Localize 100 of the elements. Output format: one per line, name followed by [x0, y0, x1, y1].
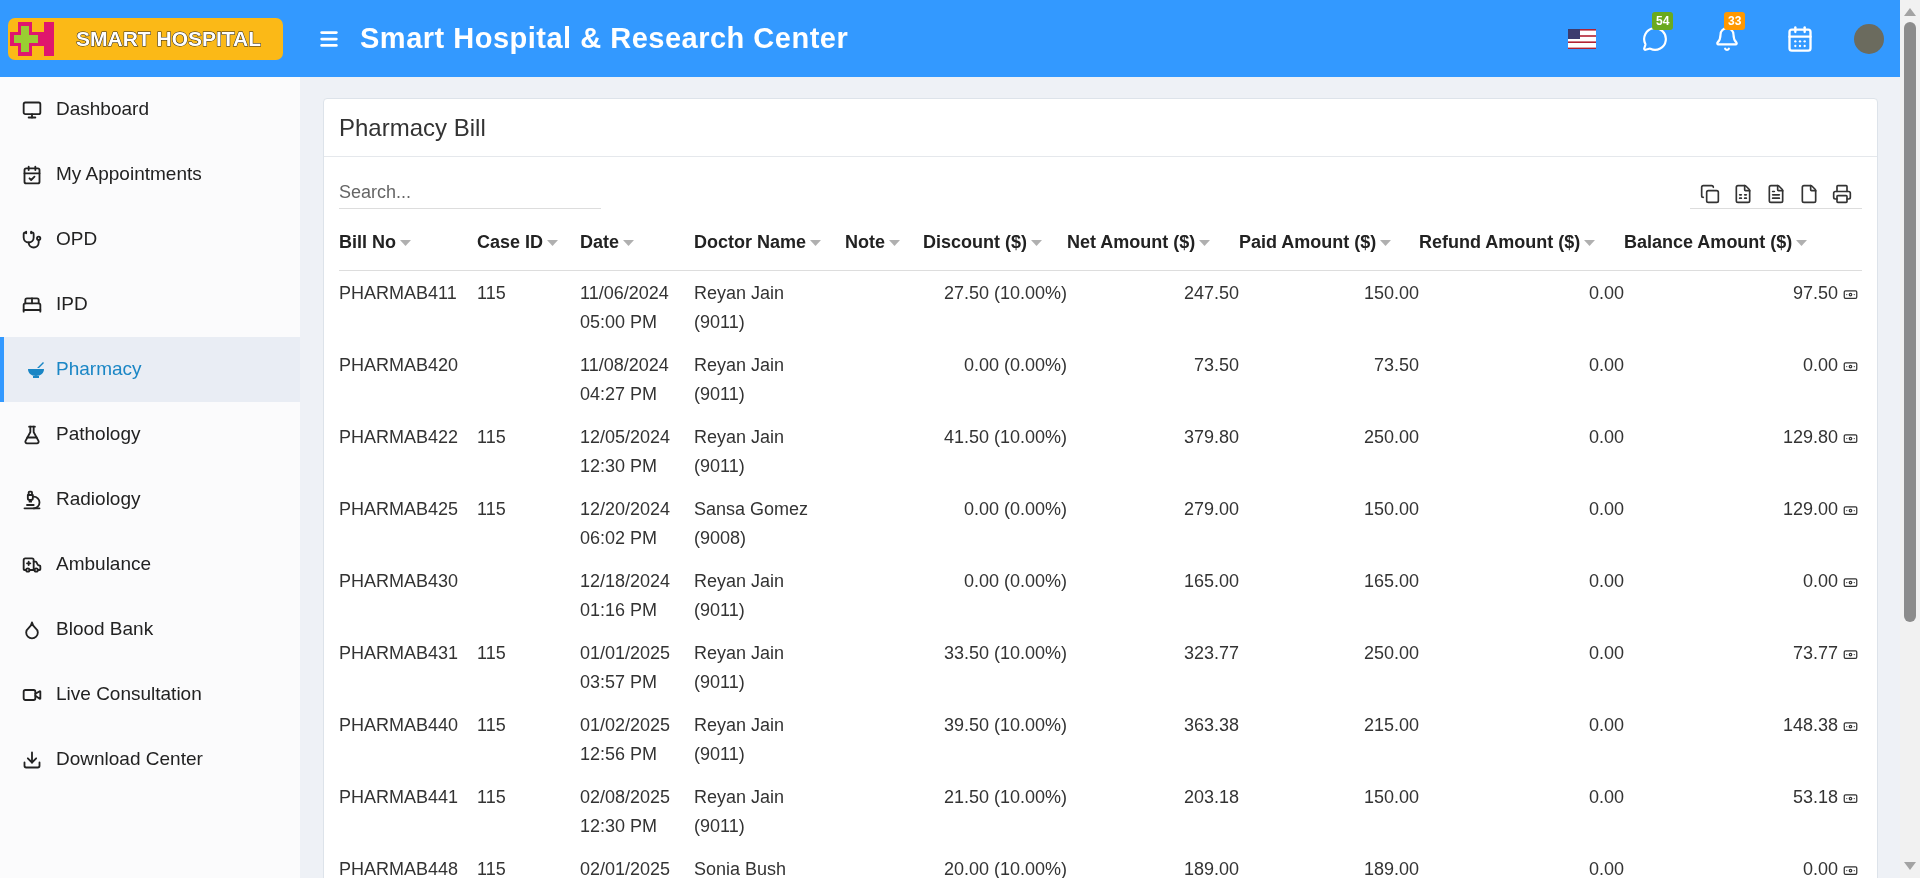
- ambulance-icon: [22, 554, 42, 575]
- column-header[interactable]: Date: [580, 229, 694, 256]
- column-header[interactable]: Case ID: [477, 229, 580, 256]
- table-cell: PHARMAB448: [339, 859, 459, 878]
- calendar-icon: [22, 164, 42, 185]
- sidebar-item[interactable]: Pathology: [0, 402, 300, 467]
- table-cell: 203.18: [1183, 787, 1239, 807]
- spreadsheet-icon[interactable]: [1733, 184, 1753, 204]
- table-cell-text: 12/05/2024: [580, 426, 672, 449]
- drop-icon: [22, 619, 42, 640]
- table-cell: 129.80: [1782, 427, 1838, 447]
- table-cell-text: 12/20/2024: [580, 498, 672, 521]
- sidebar-item[interactable]: Ambulance: [0, 532, 300, 597]
- payment-icon[interactable]: [1843, 575, 1858, 590]
- table-cell-text: Reyan Jain: [694, 426, 786, 449]
- calendar-icon[interactable]: [1786, 24, 1814, 53]
- table-cell: 379.80: [1183, 427, 1239, 447]
- table-cell: 279.00: [1183, 499, 1239, 519]
- payment-icon[interactable]: [1843, 791, 1858, 806]
- table-cell-text: 04:27 PM: [580, 383, 659, 406]
- scrollbar[interactable]: [1900, 0, 1920, 878]
- microscope-icon: [22, 489, 42, 510]
- column-header[interactable]: Net Amount ($): [1067, 229, 1239, 256]
- table-cell-text: 01/01/2025: [580, 642, 672, 665]
- sidebar-item[interactable]: My Appointments: [0, 142, 300, 207]
- table-cell-text: 01/02/2025: [580, 714, 672, 737]
- search-field[interactable]: Search...: [339, 177, 601, 209]
- table-cell: 363.38: [1183, 715, 1239, 735]
- sort-caret-icon: [1584, 239, 1596, 246]
- sort-caret-icon: [1796, 239, 1808, 246]
- download-icon: [22, 749, 42, 770]
- column-header[interactable]: Paid Amount ($): [1239, 229, 1419, 256]
- table-cell: 0.00 (0.00%): [963, 499, 1067, 519]
- sidebar-item[interactable]: OPD: [0, 207, 300, 272]
- logo-text: SMART HOSPITAL: [76, 25, 262, 52]
- payment-icon[interactable]: [1843, 647, 1858, 662]
- sidebar-item[interactable]: Blood Bank: [0, 597, 300, 662]
- sort-caret-icon: [623, 239, 634, 246]
- table-cell: 0.00: [1588, 787, 1624, 807]
- chat-icon[interactable]: [1642, 25, 1668, 52]
- table-cell: 0.00: [1588, 643, 1624, 663]
- copy-icon[interactable]: [1700, 184, 1720, 204]
- column-header[interactable]: Note: [845, 229, 923, 256]
- sort-caret-icon: [400, 239, 411, 246]
- sidebar-item[interactable]: IPD: [0, 272, 300, 337]
- table-cell: PHARMAB422: [339, 427, 459, 447]
- table-cell: PHARMAB431: [339, 643, 459, 663]
- table-cell: 250.00: [1363, 643, 1419, 663]
- payment-icon[interactable]: [1843, 719, 1858, 734]
- bed-icon: [22, 294, 42, 315]
- card-title: Pharmacy Bill: [339, 112, 486, 143]
- sort-caret-icon: [1380, 239, 1392, 246]
- sidebar-item[interactable]: Download Center: [0, 727, 300, 792]
- table-cell: 0.00 (0.00%): [963, 571, 1067, 591]
- monitor-icon: [22, 99, 42, 120]
- table-cell-text: Reyan Jain: [694, 354, 786, 377]
- table-cell-text: (9011): [694, 455, 746, 478]
- table-cell: 97.50: [1792, 283, 1838, 303]
- table-cell: PHARMAB440: [339, 715, 459, 735]
- flag-icon[interactable]: [1568, 28, 1596, 49]
- table-cell: 189.00: [1183, 859, 1239, 878]
- table-cell: 21.50 (10.00%): [943, 787, 1067, 807]
- scrollbar-thumb[interactable]: [1904, 22, 1916, 622]
- table-cell-text: (9011): [694, 599, 746, 622]
- table-cell-text: 12:30 PM: [580, 815, 659, 838]
- table-cell-text: 11/06/2024: [580, 282, 670, 305]
- sidebar-item[interactable]: Dashboard: [0, 77, 300, 142]
- column-header[interactable]: Balance Amount ($): [1624, 229, 1838, 256]
- table-cell: 115: [477, 859, 506, 878]
- table-cell-text: 02/01/2025: [580, 858, 672, 878]
- table-cell-text: 11/08/2024: [580, 354, 670, 377]
- table-cell: 73.50: [1373, 355, 1419, 375]
- column-header[interactable]: Refund Amount ($): [1419, 229, 1624, 256]
- table-cell-text: 12:56 PM: [580, 743, 659, 766]
- table-cell: PHARMAB441: [339, 787, 459, 807]
- sort-caret-icon: [1199, 239, 1211, 246]
- payment-icon[interactable]: [1843, 287, 1858, 302]
- notification-icon[interactable]: [1714, 25, 1740, 52]
- table-cell: PHARMAB411: [339, 283, 457, 303]
- sidebar-item[interactable]: Radiology: [0, 467, 300, 532]
- app-title: Smart Hospital & Research Center: [360, 20, 849, 56]
- sidebar-item[interactable]: Live Consultation: [0, 662, 300, 727]
- payment-icon[interactable]: [1843, 863, 1858, 878]
- notification-count-badge: 33: [1724, 11, 1746, 30]
- table-cell: 148.38: [1782, 715, 1838, 735]
- payment-icon[interactable]: [1843, 503, 1858, 518]
- pdf-file-icon[interactable]: [1799, 184, 1819, 204]
- table-cell-text: Reyan Jain: [694, 786, 786, 809]
- payment-icon[interactable]: [1843, 431, 1858, 446]
- column-header[interactable]: Discount ($): [923, 229, 1067, 256]
- table-cell: PHARMAB420: [339, 355, 459, 375]
- column-header[interactable]: Bill No: [339, 229, 477, 256]
- print-icon[interactable]: [1832, 184, 1852, 204]
- document-icon[interactable]: [1766, 184, 1786, 204]
- table-cell: 323.77: [1183, 643, 1239, 663]
- table-cell: 0.00: [1588, 499, 1624, 519]
- chat-count-badge: 54: [1652, 11, 1674, 30]
- table-cell: 73.77: [1792, 643, 1838, 663]
- column-header[interactable]: Doctor Name: [694, 229, 845, 256]
- payment-icon[interactable]: [1843, 359, 1858, 374]
